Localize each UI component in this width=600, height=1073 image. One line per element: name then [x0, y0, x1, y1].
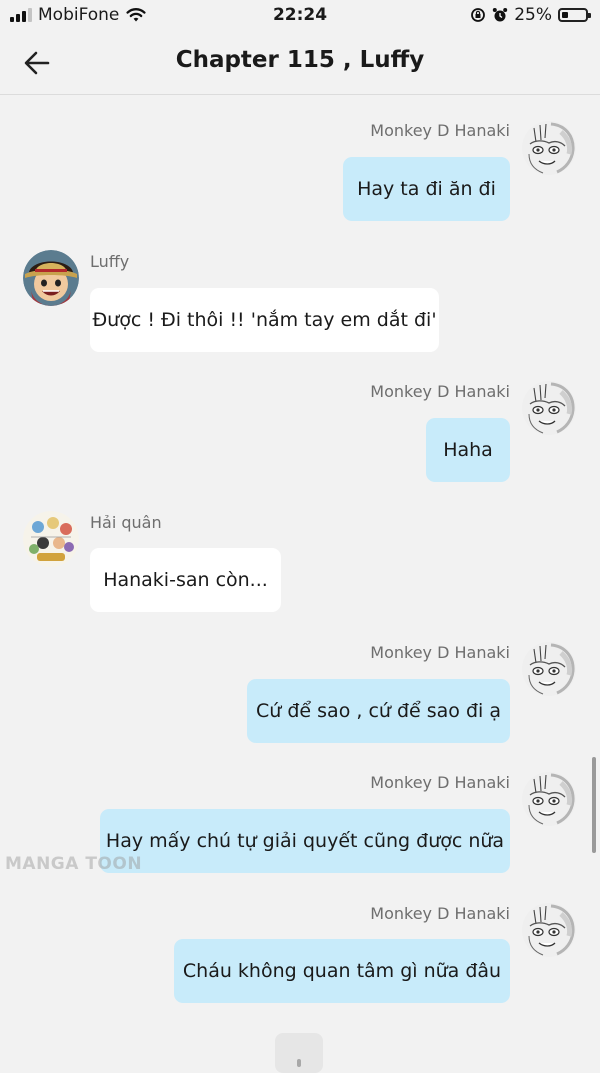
chat-header: Chapter 115 , Luffy [0, 32, 600, 95]
status-bar: MobiFone 22:24 25% [0, 0, 600, 32]
sender-name: Monkey D Hanaki [370, 643, 510, 662]
watermark: MANGA TOON [5, 854, 143, 874]
message-bubble[interactable]: Cháu không quan tâm gì nữa đâu [174, 939, 510, 1003]
sender-name: Luffy [90, 252, 130, 271]
message-bubble[interactable]: Hay mấy chú tự giải quyết cũng được nữa [100, 809, 510, 873]
status-right: 25% [470, 5, 591, 25]
sketch-face-avatar[interactable] [521, 120, 577, 176]
sketch-face-avatar[interactable] [521, 641, 577, 697]
orientation-lock-icon [471, 8, 486, 22]
message-bubble[interactable]: Hanaki-san còn... [90, 548, 281, 612]
input-toggle-handle[interactable] [275, 1033, 323, 1073]
sketch-face-avatar[interactable] [521, 902, 577, 958]
alarm-icon [493, 8, 508, 22]
battery-icon [558, 8, 591, 22]
luffy-avatar[interactable] [23, 250, 79, 306]
group-avatar[interactable] [23, 511, 79, 567]
message-bubble[interactable]: Được ! Đi thôi !! 'nắm tay em dắt đi' [90, 288, 439, 352]
sender-name: Monkey D Hanaki [370, 904, 510, 923]
message-bubble[interactable]: Haha [426, 418, 510, 482]
message-bubble[interactable]: Hay ta đi ăn đi [343, 157, 510, 221]
sender-name: Monkey D Hanaki [370, 382, 510, 401]
message-bubble[interactable]: Cứ để sao , cứ để sao đi ạ [247, 679, 510, 743]
battery-percent: 25% [514, 5, 552, 25]
sender-name: Hải quân [90, 513, 162, 532]
page-title: Chapter 115 , Luffy [175, 47, 425, 73]
sender-name: Monkey D Hanaki [370, 773, 510, 792]
sketch-face-avatar[interactable] [521, 771, 577, 827]
sketch-face-avatar[interactable] [521, 380, 577, 436]
sender-name: Monkey D Hanaki [370, 121, 510, 140]
scrollbar[interactable] [592, 757, 596, 853]
